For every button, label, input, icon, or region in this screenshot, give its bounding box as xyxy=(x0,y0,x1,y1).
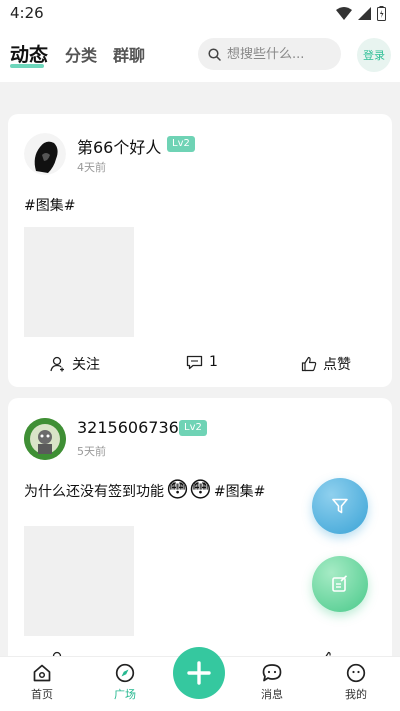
chat-icon xyxy=(262,664,282,682)
comment-icon xyxy=(186,355,203,369)
post-card[interactable]: 第66个好人 Lv2 4天前 #图集# 关注 1 点赞 xyxy=(8,114,392,387)
edit-icon xyxy=(332,575,348,592)
like-label: 点赞 xyxy=(323,357,351,373)
search-bar[interactable] xyxy=(198,38,341,70)
like-button[interactable]: 点赞 xyxy=(301,354,351,374)
tab-category[interactable]: 分类 xyxy=(65,42,97,66)
post-image[interactable] xyxy=(24,526,134,636)
follow-button[interactable]: 关注 xyxy=(50,354,100,374)
nav-home[interactable]: 首页 xyxy=(12,663,72,702)
tab-dynamic[interactable]: 动态 xyxy=(10,40,48,67)
thumbs-up-icon xyxy=(301,356,317,372)
flushed-emoji: 😳😳 xyxy=(166,478,212,503)
battery-icon xyxy=(377,6,386,21)
search-input[interactable] xyxy=(227,46,337,62)
status-icons xyxy=(336,6,386,21)
active-tab-indicator xyxy=(10,64,44,68)
create-post-button[interactable] xyxy=(173,647,225,699)
post-text-content: 为什么还没有签到功能 xyxy=(24,483,164,500)
post-time: 4天前 xyxy=(77,161,106,174)
post-time: 5天前 xyxy=(77,445,106,458)
compass-icon xyxy=(115,663,135,683)
plus-icon xyxy=(187,661,211,685)
status-time: 4:26 xyxy=(10,4,44,22)
wifi-icon xyxy=(336,7,352,20)
post-text: 为什么还没有签到功能 😳😳 #图集# xyxy=(24,478,265,503)
username[interactable]: 第66个好人 xyxy=(77,134,161,158)
tab-group-chat[interactable]: 群聊 xyxy=(113,42,145,66)
comment-count: 1 xyxy=(209,354,218,370)
follow-label: 关注 xyxy=(72,357,100,373)
username[interactable]: 3215606736 xyxy=(77,418,179,437)
status-bar: 4:26 xyxy=(0,0,400,28)
top-nav: 动态 分类 群聊 登录 xyxy=(0,28,400,82)
avatar[interactable] xyxy=(24,418,66,460)
search-icon xyxy=(208,47,221,61)
nav-label: 首页 xyxy=(31,688,53,701)
nav-label: 广场 xyxy=(114,688,136,701)
post-card[interactable]: 3215606736 Lv2 5天前 为什么还没有签到功能 😳😳 #图集# xyxy=(8,398,392,678)
profile-face-icon xyxy=(346,663,366,683)
user-add-icon xyxy=(50,356,64,372)
post-image[interactable] xyxy=(24,227,134,337)
nav-label: 我的 xyxy=(345,688,367,701)
home-icon xyxy=(33,664,51,682)
new-post-button[interactable] xyxy=(312,556,368,612)
post-text-content: #图集# xyxy=(24,198,76,214)
login-button[interactable]: 登录 xyxy=(357,38,391,72)
post-tag: #图集# xyxy=(213,483,266,500)
filter-icon xyxy=(332,498,348,514)
signal-icon xyxy=(358,7,371,20)
nav-profile[interactable]: 我的 xyxy=(326,663,386,702)
nav-messages[interactable]: 消息 xyxy=(242,663,302,702)
level-badge: Lv2 xyxy=(179,420,207,436)
filter-button[interactable] xyxy=(312,478,368,534)
post-text: #图集# xyxy=(24,195,75,215)
avatar[interactable] xyxy=(24,133,66,175)
nav-label: 消息 xyxy=(261,688,283,701)
level-badge: Lv2 xyxy=(167,136,195,152)
nav-square[interactable]: 广场 xyxy=(95,663,155,702)
comment-button[interactable]: 1 xyxy=(186,354,218,370)
